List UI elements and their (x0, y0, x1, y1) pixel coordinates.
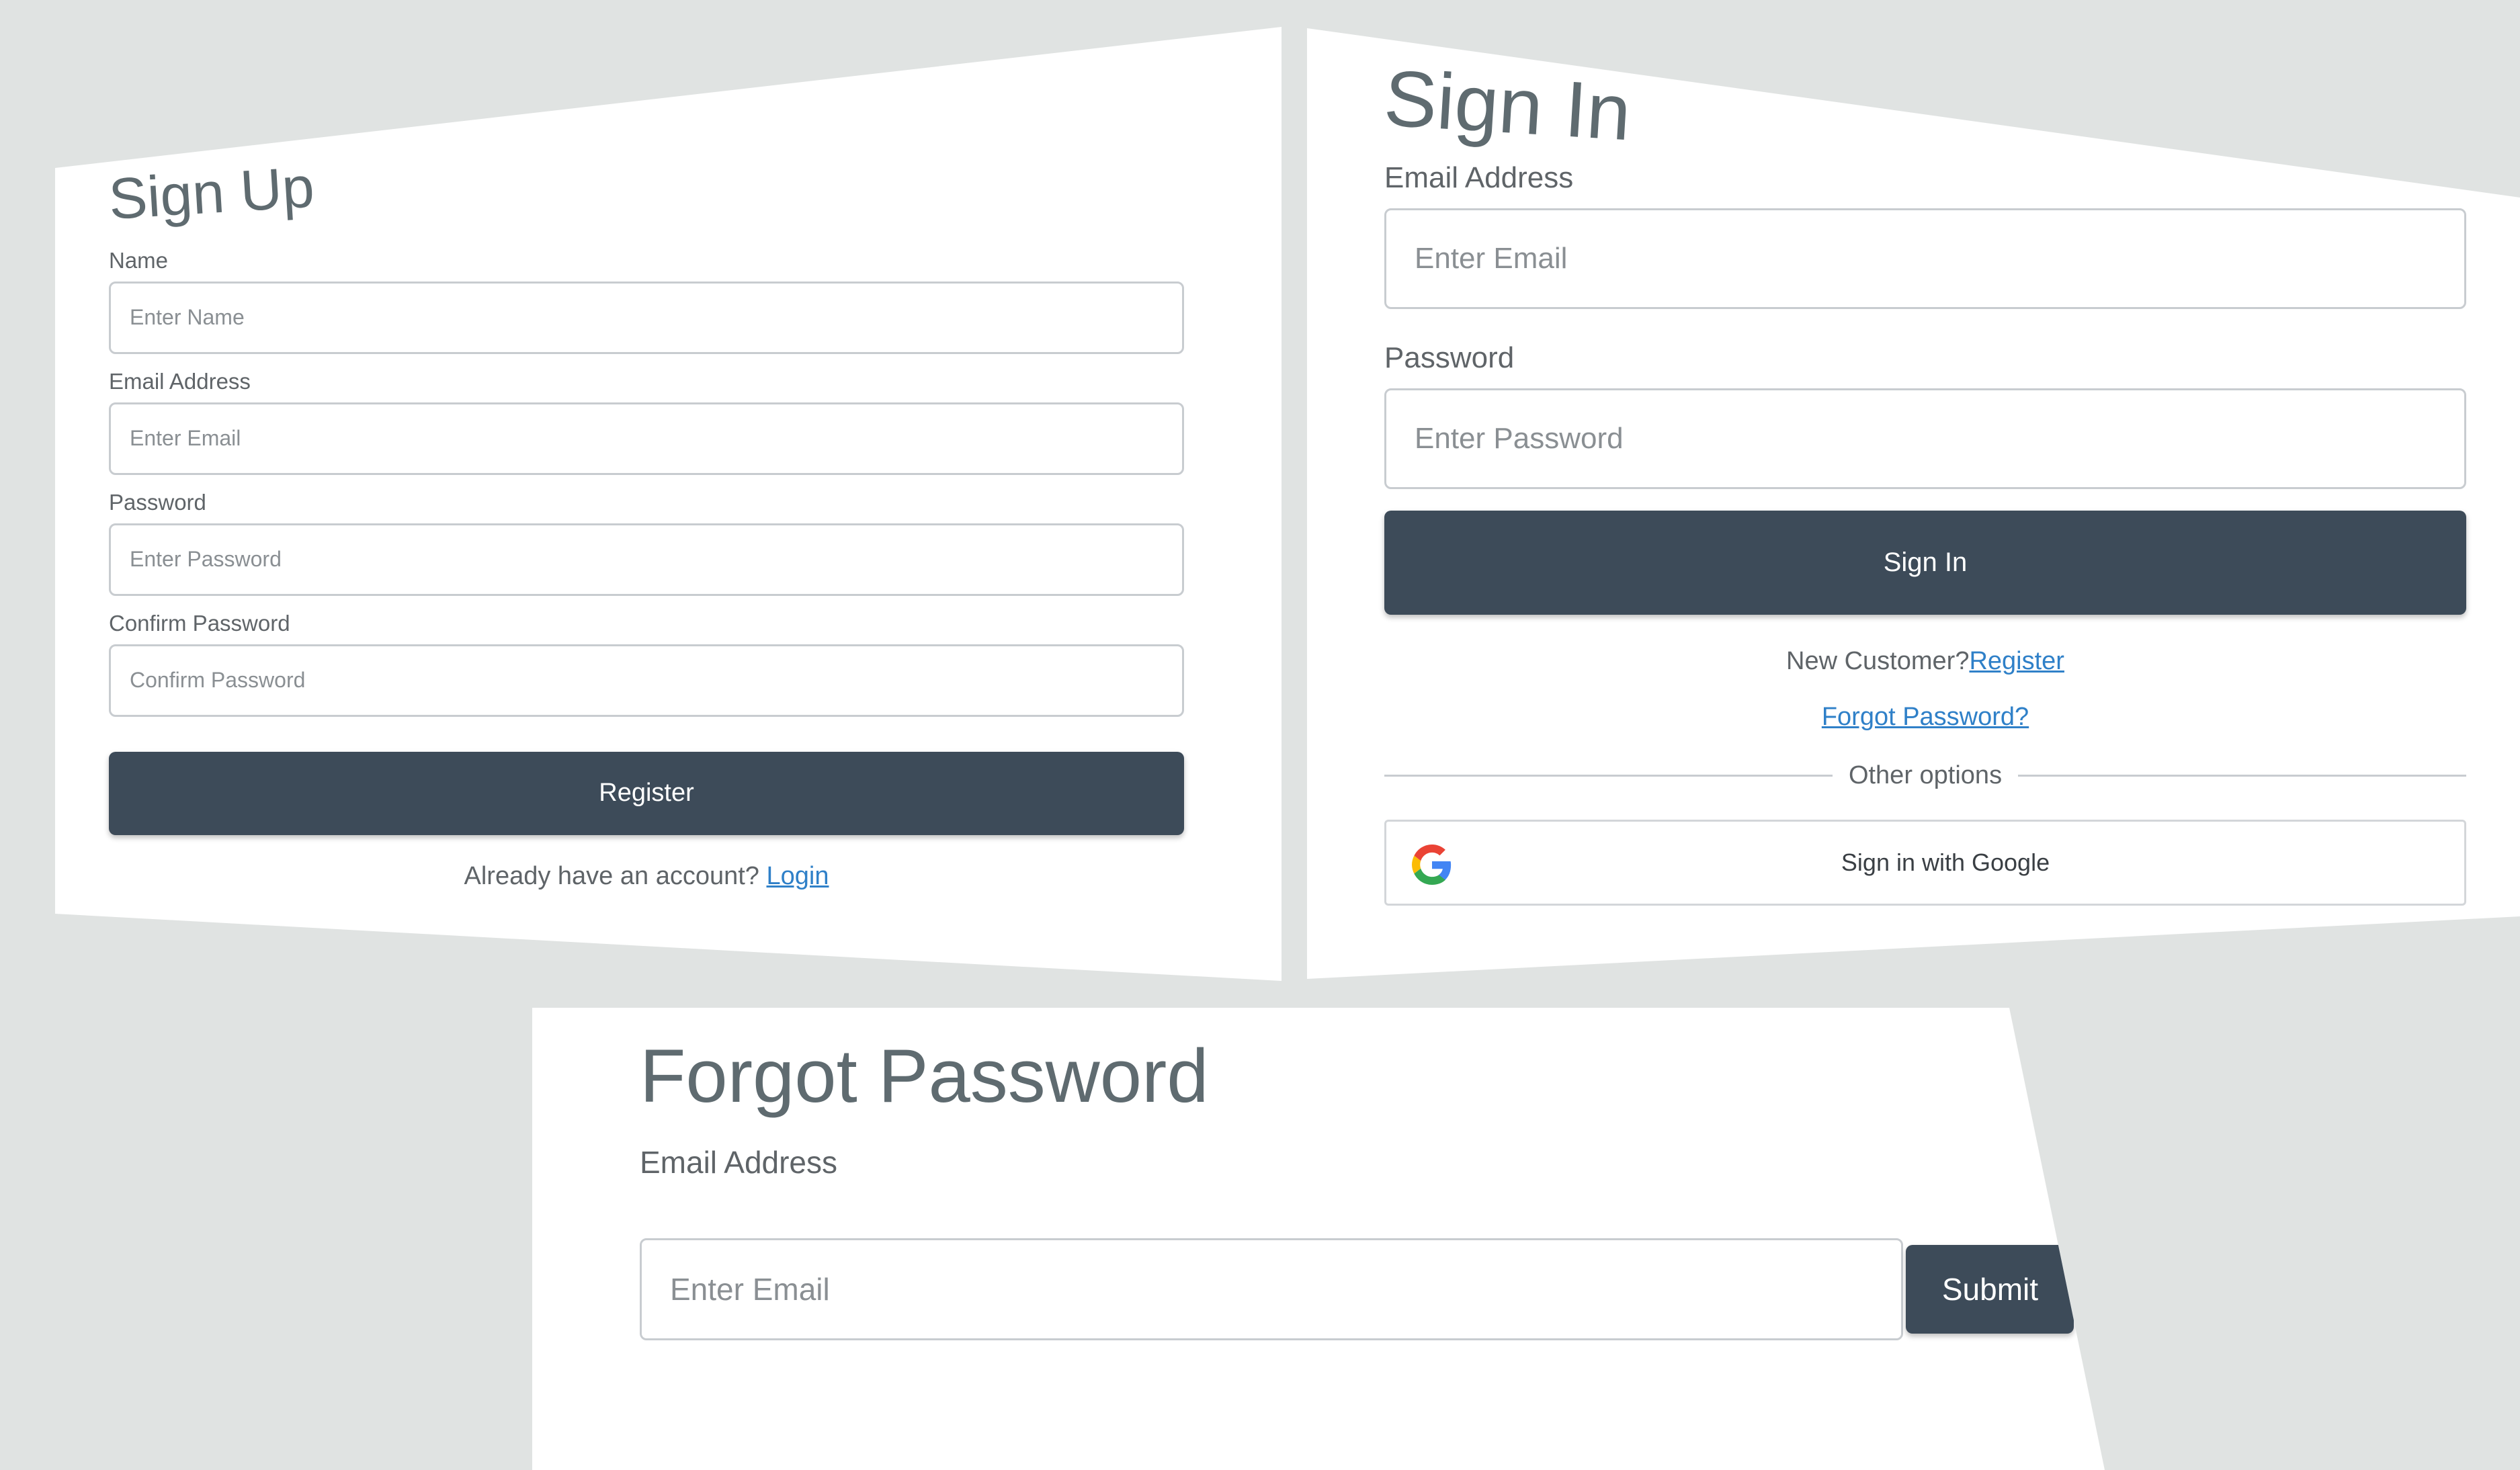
login-link[interactable]: Login (767, 862, 829, 890)
password-label: Password (109, 489, 206, 515)
other-options-text: Other options (1848, 761, 2003, 789)
login-prompt: Already have an account? Login (109, 862, 1184, 891)
name-label: Name (109, 247, 169, 273)
login-prompt-text: Already have an account? (464, 861, 759, 890)
signup-email-input[interactable] (109, 402, 1184, 475)
forgot-password-panel: Forgot Password Email Address Submit (532, 1008, 2105, 1470)
google-signin-label: Sign in with Google (1841, 848, 2050, 876)
new-customer-text: New Customer? (1786, 646, 1970, 675)
google-g-icon (1412, 844, 1452, 885)
new-customer-row: New Customer?Register (1384, 647, 2466, 676)
confirm-password-input[interactable] (109, 644, 1184, 717)
forgot-row: Forgot Password? (1384, 703, 2466, 732)
register-link[interactable]: Register (1969, 647, 2064, 675)
register-button[interactable]: Register (109, 751, 1184, 835)
forgot-email-label: Email Address (640, 1145, 838, 1180)
other-options-divider: Other options (1384, 761, 2467, 790)
signin-password-label: Password (1384, 341, 1515, 374)
forgot-password-link[interactable]: Forgot Password? (1822, 703, 2029, 731)
signin-email-input[interactable] (1384, 208, 2466, 309)
signup-title: Sign Up (107, 155, 317, 232)
signin-panel: Sign In Email Address Password Sign In N… (1307, 28, 2520, 979)
signup-panel: Sign Up Name Email Address Password Conf… (55, 27, 1282, 981)
google-signin-button[interactable]: Sign in with Google (1384, 819, 2466, 906)
email-label: Email Address (109, 368, 251, 394)
signup-password-input[interactable] (109, 523, 1184, 596)
signin-button[interactable]: Sign In (1384, 510, 2466, 615)
divider-line-right (2018, 774, 2467, 777)
forgot-title: Forgot Password (640, 1034, 1209, 1118)
submit-button[interactable]: Submit (1906, 1245, 2074, 1334)
divider-line-left (1384, 774, 1833, 777)
confirm-password-label: Confirm Password (109, 610, 290, 636)
name-input[interactable] (109, 281, 1184, 354)
signin-password-input[interactable] (1384, 388, 2466, 489)
forgot-email-input[interactable] (640, 1238, 1903, 1341)
